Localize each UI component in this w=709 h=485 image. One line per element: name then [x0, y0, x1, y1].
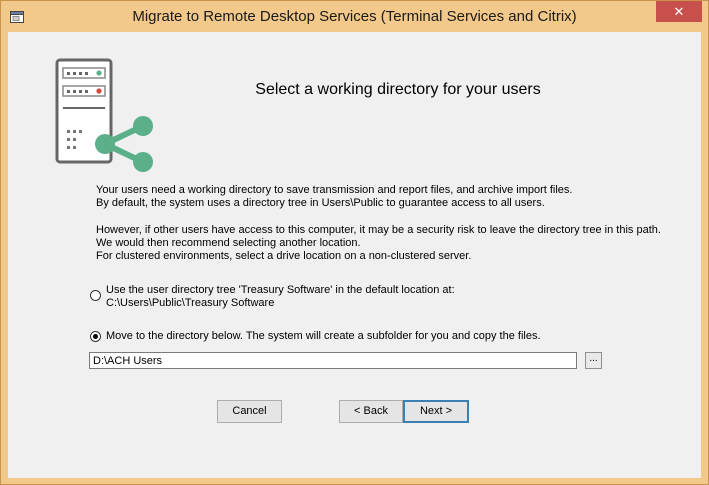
- custom-location-label[interactable]: Move to the directory below. The system …: [106, 330, 541, 343]
- title-bar[interactable]: Migrate to Remote Desktop Services (Term…: [1, 1, 708, 32]
- default-location-text: Use the user directory tree 'Treasury So…: [106, 284, 455, 296]
- close-icon: ✕: [673, 4, 685, 19]
- intro-line: Your users need a working directory to s…: [96, 184, 573, 196]
- warning-paragraph: However, if other users have access to t…: [96, 224, 661, 263]
- cancel-button[interactable]: Cancel: [217, 400, 282, 423]
- browse-button[interactable]: ...: [585, 352, 602, 369]
- server-share-logo: [55, 58, 153, 172]
- warning-line: We would then recommend selecting anothe…: [96, 237, 361, 249]
- window-icon[interactable]: [10, 10, 24, 23]
- intro-line: By default, the system uses a directory …: [96, 197, 545, 209]
- next-button[interactable]: Next >: [403, 400, 469, 423]
- default-location-path: C:\Users\Public\Treasury Software: [106, 297, 275, 309]
- default-location-label[interactable]: Use the user directory tree 'Treasury So…: [106, 284, 455, 310]
- warning-line: For clustered environments, select a dri…: [96, 250, 472, 262]
- intro-paragraph: Your users need a working directory to s…: [96, 184, 573, 210]
- close-button[interactable]: ✕: [656, 1, 702, 22]
- default-location-radio[interactable]: [90, 290, 101, 301]
- window-title: Migrate to Remote Desktop Services (Term…: [132, 8, 577, 25]
- custom-location-radio[interactable]: [90, 331, 101, 342]
- warning-line: However, if other users have access to t…: [96, 224, 661, 236]
- dialog-content: Select a working directory for your user…: [8, 32, 701, 478]
- directory-path-input[interactable]: [89, 352, 577, 369]
- back-button[interactable]: < Back: [339, 400, 403, 423]
- dialog-window: Migrate to Remote Desktop Services (Term…: [0, 0, 709, 485]
- page-heading: Select a working directory for your user…: [255, 81, 541, 98]
